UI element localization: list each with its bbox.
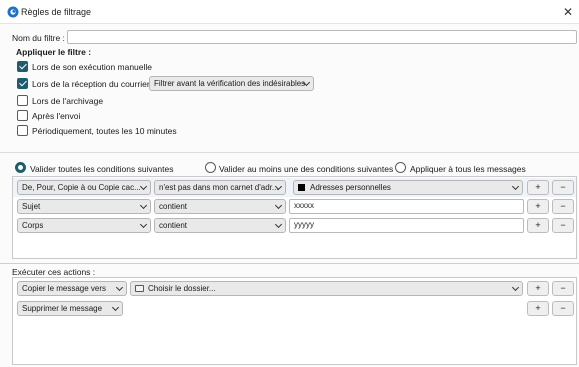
folder-icon bbox=[135, 285, 144, 292]
checkbox-manual-label: Lors de son exécution manuelle bbox=[32, 62, 153, 72]
title-bar: Règles de filtrage ✕ bbox=[0, 0, 579, 24]
checkbox-archiving[interactable] bbox=[17, 95, 28, 106]
checkbox-reception[interactable] bbox=[17, 78, 28, 89]
condition-field-select[interactable]: Corps bbox=[17, 218, 151, 233]
conditions-list: De, Pour, Copie à ou Copie cac... n'est … bbox=[12, 176, 577, 259]
chevron-down-icon bbox=[115, 283, 124, 292]
condition-row: De, Pour, Copie à ou Copie cac... n'est … bbox=[13, 178, 576, 197]
radio-all-messages-label: Appliquer à tous les messages bbox=[410, 164, 526, 174]
reception-timing-value: Filtrer avant la vérification des indési… bbox=[154, 79, 306, 88]
condition-operator-select[interactable]: contient bbox=[154, 218, 286, 233]
action-type-value: Supprimer le message bbox=[22, 304, 103, 313]
action-type-select[interactable]: Copier le message vers bbox=[17, 281, 127, 296]
chevron-down-icon bbox=[139, 201, 148, 210]
condition-operator-select[interactable]: contient bbox=[154, 199, 286, 214]
apply-heading: Appliquer le filtre : bbox=[16, 47, 92, 57]
action-type-value: Copier le message vers bbox=[22, 284, 107, 293]
condition-field-select[interactable]: Sujet bbox=[17, 199, 151, 214]
checkbox-manual[interactable] bbox=[17, 61, 28, 72]
condition-operator-value: n'est pas dans mon carnet d'adr... bbox=[159, 183, 279, 192]
actions-heading: Exécuter ces actions : bbox=[12, 267, 96, 277]
condition-field-value: De, Pour, Copie à ou Copie cac... bbox=[22, 183, 141, 192]
thunderbird-app-icon bbox=[7, 6, 19, 18]
condition-value-text: Adresses personnelles bbox=[310, 183, 391, 192]
condition-value-select[interactable]: Adresses personnelles bbox=[293, 180, 523, 195]
add-condition-button[interactable]: + bbox=[527, 180, 549, 195]
pane-splitter[interactable] bbox=[0, 263, 579, 264]
condition-value-input[interactable]: xxxxx bbox=[289, 199, 524, 214]
filter-name-input[interactable] bbox=[67, 30, 577, 44]
chevron-down-icon bbox=[511, 182, 520, 191]
actions-list: Copier le message vers Choisir le dossie… bbox=[12, 277, 577, 365]
chevron-down-icon bbox=[511, 283, 520, 292]
condition-value-input[interactable]: yyyyy bbox=[289, 218, 524, 233]
checkbox-periodic-label: Périodiquement, toutes les 10 minutes bbox=[32, 126, 177, 136]
chevron-down-icon bbox=[139, 182, 148, 191]
action-folder-select[interactable]: Choisir le dossier... bbox=[130, 281, 523, 296]
chevron-down-icon bbox=[274, 201, 283, 210]
checkbox-periodic[interactable] bbox=[17, 125, 28, 136]
section-divider bbox=[0, 152, 579, 153]
radio-match-all[interactable] bbox=[15, 162, 26, 173]
checkbox-reception-label: Lors de la réception du courrier : bbox=[32, 79, 155, 89]
checkbox-after-send[interactable] bbox=[17, 110, 28, 121]
remove-action-button[interactable]: − bbox=[552, 301, 574, 316]
reception-timing-select[interactable]: Filtrer avant la vérification des indési… bbox=[149, 76, 314, 91]
checkbox-after-send-label: Après l'envoi bbox=[32, 111, 81, 121]
action-row: Copier le message vers Choisir le dossie… bbox=[13, 279, 576, 298]
chevron-down-icon bbox=[139, 220, 148, 229]
condition-operator-value: contient bbox=[159, 202, 188, 211]
condition-row: Corps contient yyyyy + − bbox=[13, 216, 576, 235]
condition-row: Sujet contient xxxxx + − bbox=[13, 197, 576, 216]
add-condition-button[interactable]: + bbox=[527, 199, 549, 214]
add-action-button[interactable]: + bbox=[527, 281, 549, 296]
remove-condition-button[interactable]: − bbox=[552, 218, 574, 233]
add-condition-button[interactable]: + bbox=[527, 218, 549, 233]
filter-name-label: Nom du filtre : bbox=[12, 33, 65, 43]
condition-field-value: Corps bbox=[22, 221, 44, 230]
condition-field-value: Sujet bbox=[22, 202, 41, 211]
condition-operator-select[interactable]: n'est pas dans mon carnet d'adr... bbox=[154, 180, 286, 195]
add-action-button[interactable]: + bbox=[527, 301, 549, 316]
radio-match-any[interactable] bbox=[205, 162, 216, 173]
action-row: Supprimer le message + − bbox=[13, 299, 576, 318]
radio-all-messages[interactable] bbox=[395, 162, 406, 173]
remove-action-button[interactable]: − bbox=[552, 281, 574, 296]
remove-condition-button[interactable]: − bbox=[552, 180, 574, 195]
radio-match-any-label: Valider au moins une des conditions suiv… bbox=[219, 164, 394, 174]
window-title: Règles de filtrage bbox=[21, 7, 92, 17]
action-type-select[interactable]: Supprimer le message bbox=[17, 301, 123, 316]
condition-field-select[interactable]: De, Pour, Copie à ou Copie cac... bbox=[17, 180, 151, 195]
chevron-down-icon bbox=[111, 303, 120, 312]
action-folder-value: Choisir le dossier... bbox=[148, 284, 216, 293]
radio-match-all-label: Valider toutes les conditions suivantes bbox=[30, 164, 174, 174]
close-icon[interactable]: ✕ bbox=[557, 0, 579, 24]
chevron-down-icon bbox=[274, 220, 283, 229]
condition-operator-value: contient bbox=[159, 221, 188, 230]
address-book-icon bbox=[298, 184, 305, 191]
checkbox-archiving-label: Lors de l'archivage bbox=[32, 96, 104, 106]
remove-condition-button[interactable]: − bbox=[552, 199, 574, 214]
